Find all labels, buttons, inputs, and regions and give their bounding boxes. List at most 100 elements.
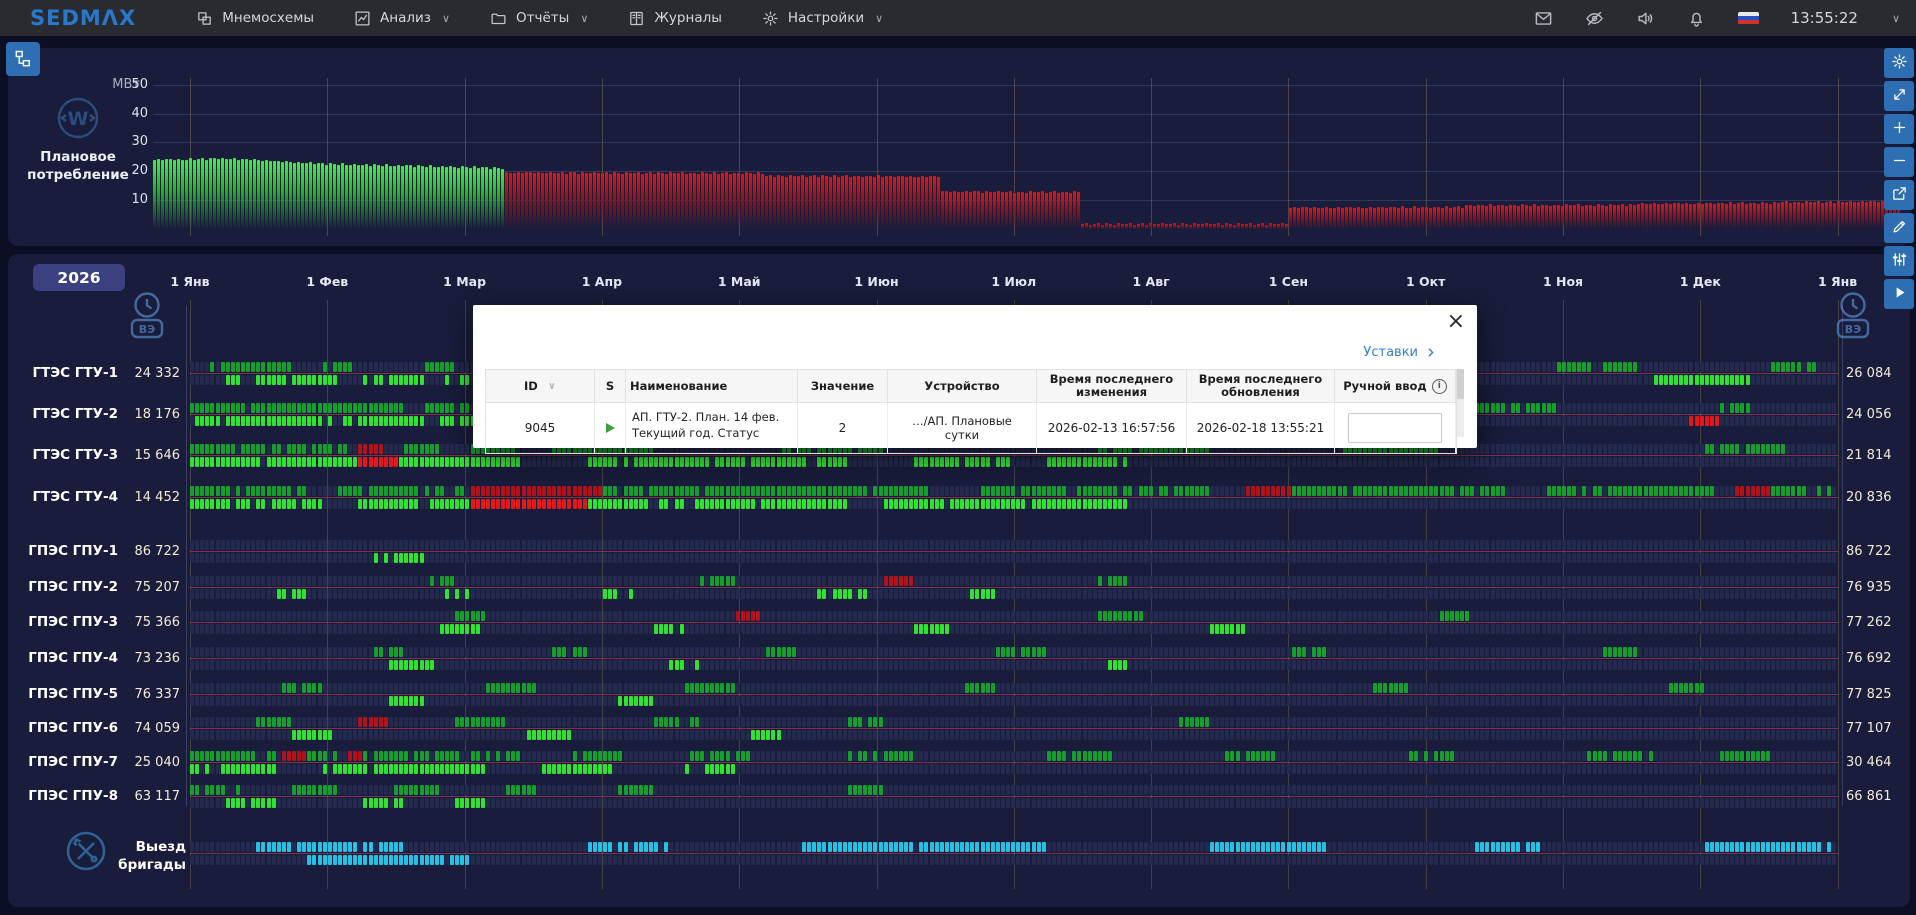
gantt-cell: [1128, 611, 1132, 621]
clock-ve-icon[interactable]: ВЭ: [1830, 290, 1876, 346]
gantt-cell: [256, 486, 260, 496]
nav-reports[interactable]: Отчёты∨: [490, 10, 588, 27]
gantt-row-gpes-gpu-3[interactable]: [190, 611, 1838, 635]
gantt-cell: [873, 553, 877, 563]
gantt-cell: [1613, 362, 1617, 372]
gantt-cell: [190, 553, 194, 563]
gantt-cell: [302, 403, 306, 413]
gantt-cell: [1807, 499, 1811, 509]
gantt-cell: [1266, 611, 1270, 621]
gantt-cell: [1088, 457, 1092, 467]
consumption-bar: [1717, 203, 1720, 229]
bell-icon[interactable]: [1687, 9, 1706, 28]
gantt-cell: [1516, 416, 1520, 426]
gantt-cell: [894, 499, 898, 509]
nav-settings[interactable]: Настройки∨: [762, 10, 883, 27]
gantt-cell: [1026, 624, 1030, 634]
gantt-row-gpes-gpu-2[interactable]: [190, 576, 1838, 600]
gantt-cell: [991, 611, 995, 621]
gantt-cell: [802, 589, 806, 599]
gantt-cell: [1786, 444, 1790, 454]
gantt-cell: [1098, 457, 1102, 467]
gantt-cell: [328, 375, 332, 385]
eye-off-icon[interactable]: [1585, 9, 1604, 28]
gantt-cell: [323, 444, 327, 454]
gantt-cell: [481, 576, 485, 586]
gantt-cell: [970, 611, 974, 621]
gantt-cell: [374, 457, 378, 467]
gantt-cell: [267, 375, 271, 385]
gantt-cell: [685, 553, 689, 563]
nav-journals[interactable]: Журналы: [628, 10, 722, 27]
consumption-bar: [973, 191, 976, 229]
gantt-cell: [1491, 540, 1495, 550]
gantt-cell: [761, 611, 765, 621]
gantt-cell: [1638, 576, 1642, 586]
gantt-cell: [471, 486, 475, 496]
gantt-cell: [348, 403, 352, 413]
gantt-cell: [1261, 499, 1265, 509]
consumption-bar: [1765, 203, 1768, 229]
user-menu-chevron-icon[interactable]: ∨: [1892, 12, 1900, 25]
gantt-row-gtes-gtu-4[interactable]: [190, 486, 1838, 510]
gantt-cell: [761, 499, 765, 509]
gantt-cell: [1358, 553, 1362, 563]
consumption-bar: [521, 173, 524, 229]
consumption-bar: [817, 177, 820, 229]
gantt-cell: [374, 403, 378, 413]
tree-panel-button[interactable]: [6, 42, 40, 76]
gantt-cell: [1419, 553, 1423, 563]
gantt-cell: [1802, 499, 1806, 509]
gantt-cell: [782, 486, 786, 496]
gantt-cell: [1593, 553, 1597, 563]
year-selector[interactable]: 2026: [33, 264, 125, 291]
gantt-cell: [440, 375, 444, 385]
gantt-cell: [1761, 499, 1765, 509]
gantt-cell: [965, 457, 969, 467]
gantt-cell: [1771, 589, 1775, 599]
gantt-cell: [256, 499, 260, 509]
gantt-cell: [312, 362, 316, 372]
consumption-bar: [1737, 203, 1740, 229]
gantt-cell: [873, 486, 877, 496]
consumption-bar: [1577, 204, 1580, 229]
gantt-cell: [1501, 553, 1505, 563]
gantt-cell: [476, 553, 480, 563]
consumption-bar: [961, 192, 964, 229]
gantt-cell: [420, 576, 424, 586]
gantt-cell: [1470, 540, 1474, 550]
gantt-cell: [1190, 611, 1194, 621]
gantt-cell: [1827, 553, 1831, 563]
consumption-bar: [897, 176, 900, 229]
gantt-cell: [1746, 499, 1750, 509]
consumption-bar: [593, 172, 596, 229]
gantt-cell: [562, 486, 566, 496]
consumption-bar: [417, 165, 420, 229]
gantt-row-gpes-gpu-1[interactable]: [190, 540, 1838, 564]
planned-consumption-chart[interactable]: [153, 48, 1902, 246]
gantt-cell: [1302, 589, 1306, 599]
consumption-bar: [1245, 224, 1248, 229]
language-flag-ru[interactable]: [1738, 12, 1759, 25]
nav-mnemoschemes[interactable]: Мнемосхемы: [196, 10, 314, 27]
gantt-cell: [1220, 611, 1224, 621]
mail-icon[interactable]: [1534, 9, 1553, 28]
gantt-cell: [195, 499, 199, 509]
sedmax-logo: SEDMΛX: [30, 6, 136, 30]
gantt-cell: [578, 540, 582, 550]
gantt-cell: [532, 486, 536, 496]
gantt-cell: [1327, 457, 1331, 467]
gantt-cell: [1419, 457, 1423, 467]
gantt-cell: [981, 624, 985, 634]
gantt-cell: [430, 457, 434, 467]
gantt-cell: [1516, 403, 1520, 413]
gantt-cell: [445, 486, 449, 496]
gantt-cell: [1205, 553, 1209, 563]
nav-analysis[interactable]: Анализ∨: [354, 10, 450, 27]
clock-ve-icon[interactable]: ВЭ: [124, 290, 170, 346]
gantt-cell: [567, 540, 571, 550]
gantt-cell: [1506, 611, 1510, 621]
sound-icon[interactable]: [1636, 9, 1655, 28]
gantt-cell: [338, 362, 342, 372]
gantt-cell: [1450, 499, 1454, 509]
